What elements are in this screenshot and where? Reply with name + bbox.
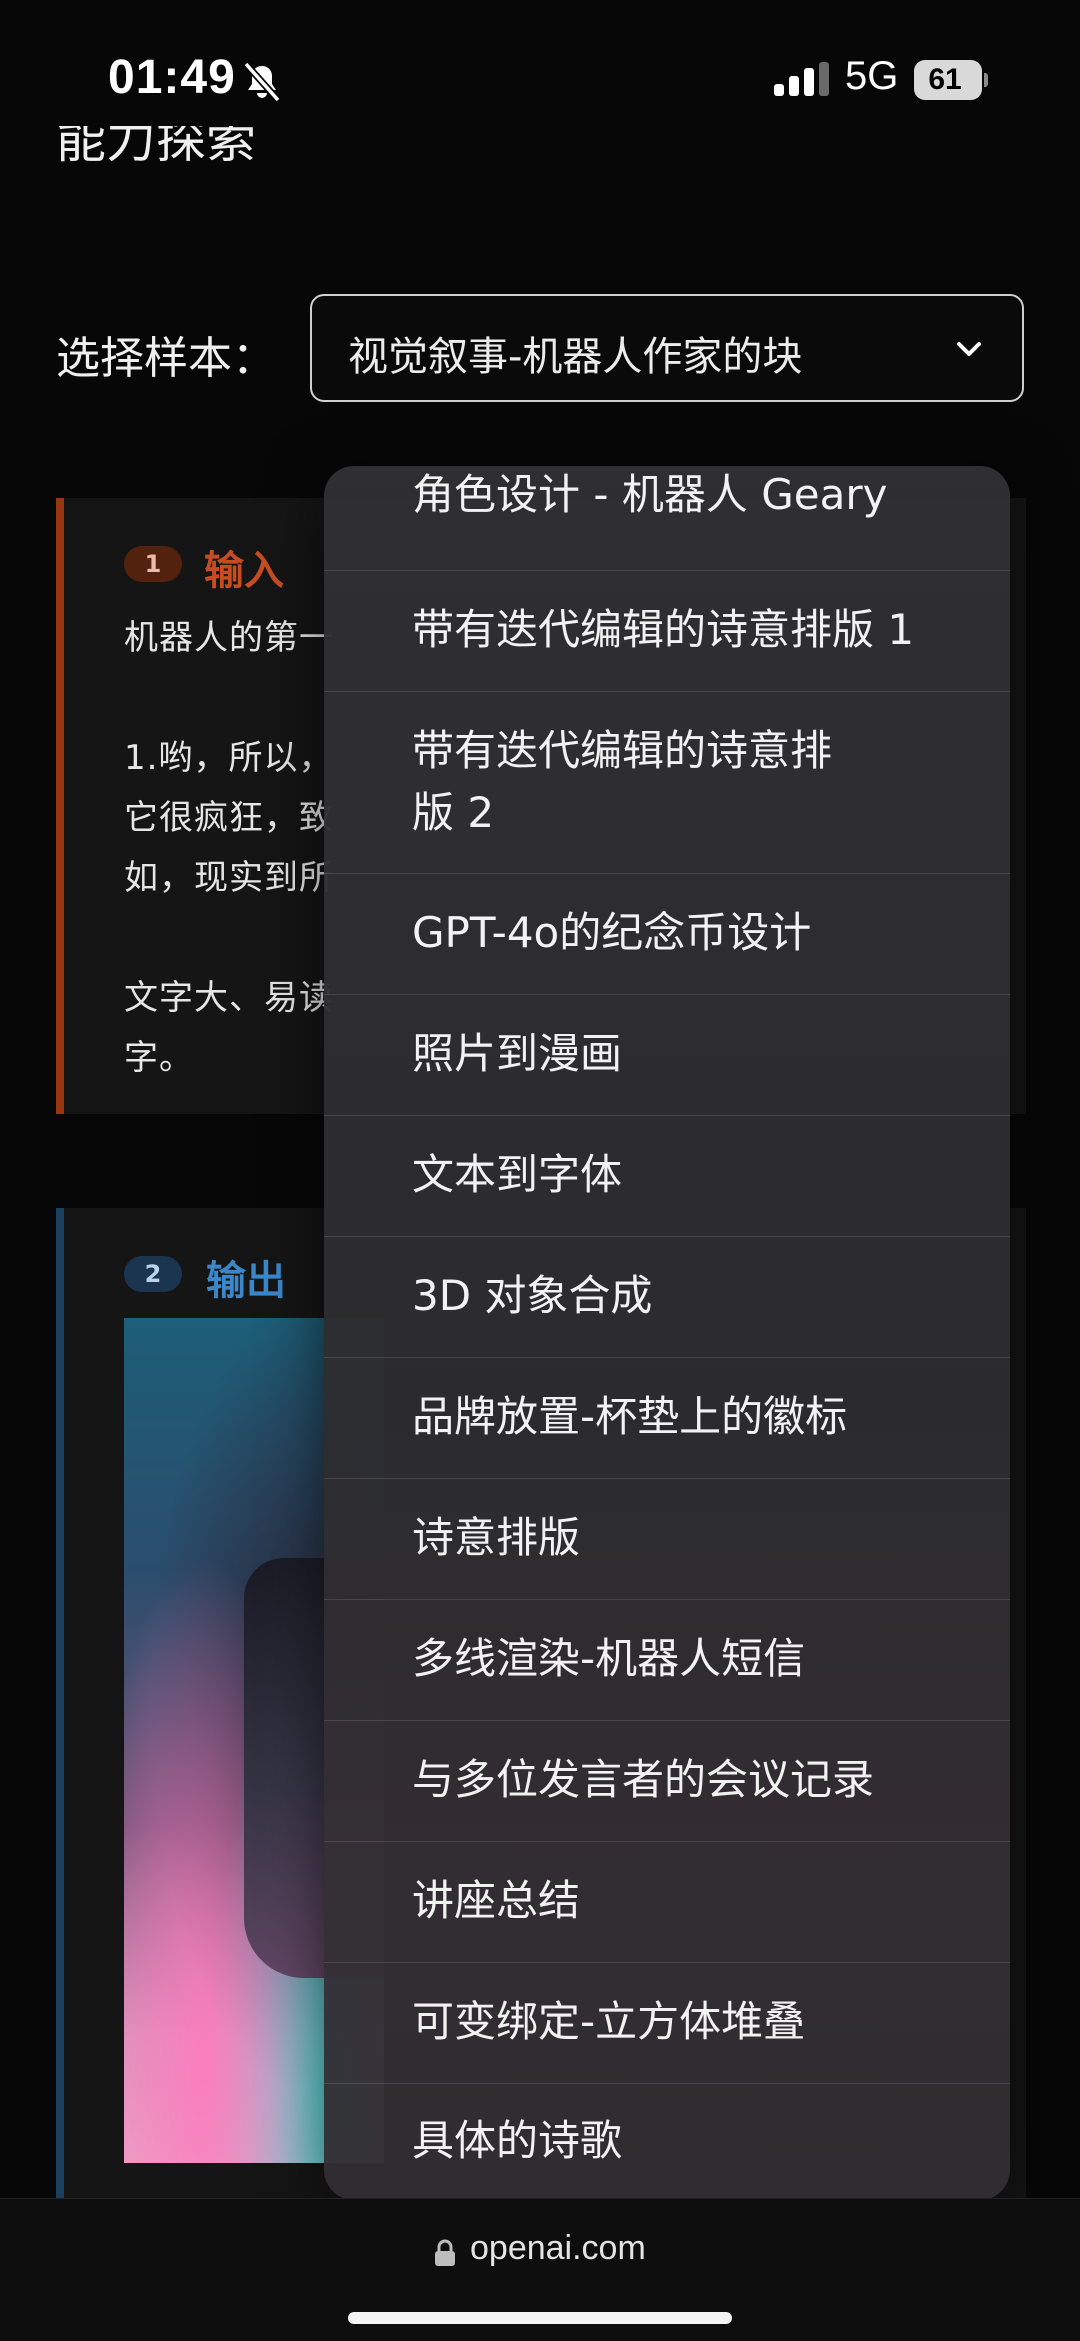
menu-option[interactable]: 诗意排版 (324, 1478, 1010, 1599)
url-text: openai.com (470, 2229, 646, 2267)
menu-option[interactable]: 带有迭代编辑的诗意排版 2 (324, 691, 1010, 873)
signal-icon (774, 62, 829, 96)
menu-option[interactable]: GPT-4o的纪念币设计 (324, 873, 1010, 994)
input-text-line: 它很疯狂，致 (124, 798, 334, 838)
menu-option[interactable]: 3D 对象合成 (324, 1236, 1010, 1357)
menu-option[interactable]: 讲座总结 (324, 1841, 1010, 1962)
step-badge: 1 (124, 546, 182, 582)
output-title: 输出 (206, 1258, 286, 1304)
step-badge: 2 (124, 1256, 182, 1292)
chevron-down-icon (957, 342, 981, 356)
input-text-line: 字。 (124, 1038, 194, 1078)
select-label: 选择样本： (56, 333, 276, 384)
select-current-value: 视觉叙事-机器人作家的块 (348, 334, 803, 380)
network-type: 5G (845, 54, 899, 98)
menu-option[interactable]: 带有迭代编辑的诗意排版 1 (324, 570, 1010, 691)
home-indicator[interactable] (348, 2312, 732, 2324)
battery-level: 61 (928, 63, 962, 96)
section-heading: 能力探索 (56, 126, 256, 169)
status-time: 01:49 (108, 51, 236, 104)
input-title: 输入 (204, 548, 284, 594)
browser-address-bar[interactable]: openai.com (0, 2198, 1080, 2341)
menu-option[interactable]: 多线渲染-机器人短信 (324, 1599, 1010, 1720)
input-text-line: 机器人的第一 (124, 618, 334, 658)
sample-dropdown-menu: 角色设计 - 机器人 Geary 带有迭代编辑的诗意排版 1 带有迭代编辑的诗意… (324, 466, 1010, 2200)
input-text-line: 文字大、易读 (124, 978, 334, 1018)
lock-icon (435, 2239, 455, 2266)
menu-option[interactable]: 文本到字体 (324, 1115, 1010, 1236)
menu-option[interactable]: 具体的诗歌 (324, 2083, 1010, 2200)
sample-select[interactable]: 视觉叙事-机器人作家的块 (310, 294, 1024, 402)
menu-option[interactable]: 与多位发言者的会议记录 (324, 1720, 1010, 1841)
menu-option[interactable]: 照片到漫画 (324, 994, 1010, 1115)
input-text-line: 1.哟，所以， (124, 738, 334, 778)
battery-icon: 61 (914, 60, 988, 100)
menu-option[interactable]: 品牌放置-杯垫上的徽标 (324, 1357, 1010, 1478)
menu-option[interactable]: 角色设计 - 机器人 Geary (324, 466, 1010, 570)
bell-off-icon (243, 61, 281, 103)
input-text-line: 如，现实到所 (124, 858, 334, 898)
menu-option[interactable]: 可变绑定-立方体堆叠 (324, 1962, 1010, 2083)
